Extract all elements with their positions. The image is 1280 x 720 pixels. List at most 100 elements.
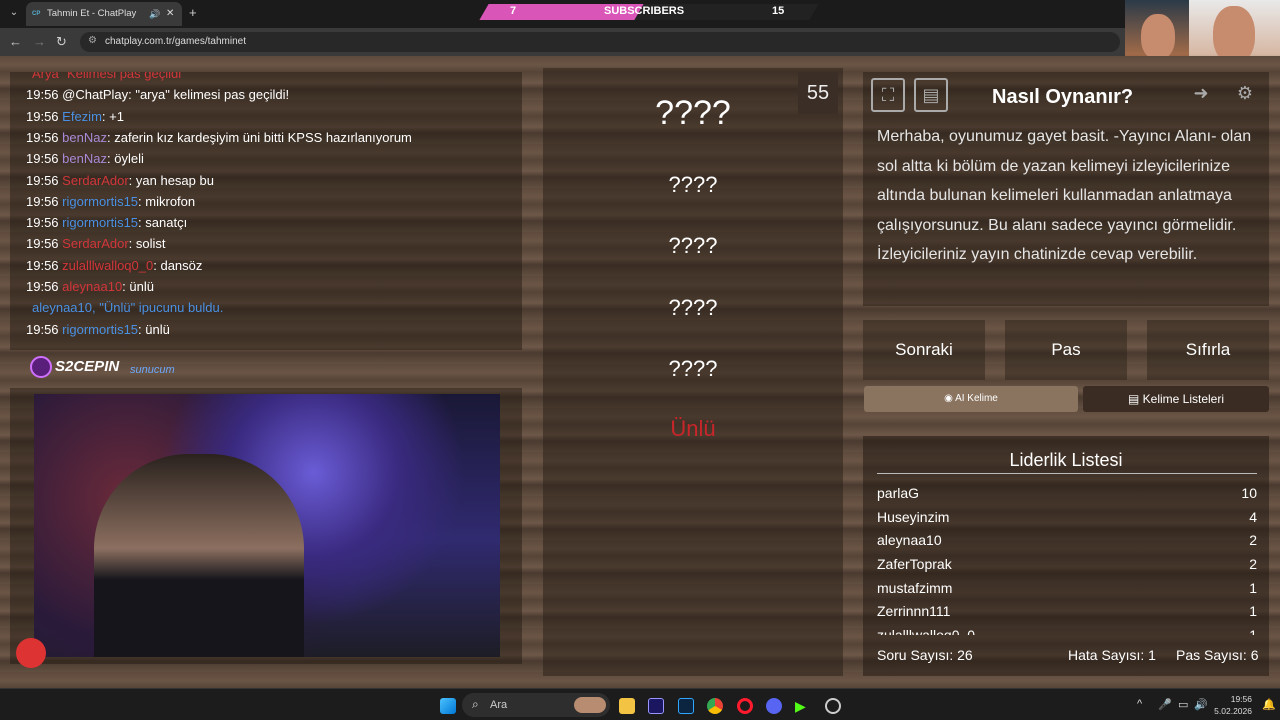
taskbar-search[interactable]: ⌕ Ara [462,693,610,717]
app-icon[interactable] [825,698,841,714]
leaderboard-score: 2 [1249,556,1257,573]
fullscreen-icon[interactable]: ⛶ [871,78,905,112]
leaderboard-name: aleynaa10 [877,532,942,549]
mic-icon[interactable]: 🎤 [1158,698,1172,711]
forward-icon[interactable]: → [33,34,46,49]
record-button[interactable] [16,638,46,668]
leaderboard-score: 1 [1249,579,1257,596]
leaderboard-score: 4 [1249,508,1257,525]
settings-gear-icon[interactable]: ⚙ [1228,78,1262,112]
leaderboard-score: 2 [1249,532,1257,549]
ai-icon: ◉ [944,393,956,404]
kick-icon[interactable]: ▶ [795,698,811,714]
volume-icon[interactable]: 🔊 [1194,698,1208,711]
chat-username[interactable]: zulalllwalloq0_0 [62,258,153,273]
chat-time: 19:56 [26,193,59,209]
chat-message: 19:56 SerdarAdor: yan hesap bu [26,173,214,188]
chat-text: zaferin kız kardeşiyim üni bitti KPSS ha… [110,129,412,145]
premiere-icon[interactable] [648,698,664,714]
tab-close-icon[interactable]: ✕ [166,2,174,26]
chat-message: 19:56 aleynaa10: ünlü [26,279,154,294]
ai-word-button[interactable]: ◉ AI Kelime [864,386,1078,412]
notes-icon[interactable]: ▤ [914,78,948,112]
chat-time: 19:56 [26,279,59,294]
chat-message: aleynaa10, "Ünlü" ipucunu buldu. [32,300,223,315]
leaderboard-name: zulalllwalloq0_0 [877,627,975,635]
chat-username[interactable]: SerdarAdor [62,236,128,251]
system-clock[interactable]: 19:56 5.02.2026 [1212,693,1252,717]
list-icon: ▤ [1127,392,1143,406]
leaderboard-row: mustafzimm 1 [877,578,1257,602]
discord-icon[interactable] [766,698,782,714]
tab-search-icon[interactable]: ⌄ [6,5,22,21]
logout-icon[interactable]: ➜ [1184,78,1218,112]
windows-start-icon[interactable] [440,698,456,714]
chat-text: +1 [105,108,124,124]
streamer-video [34,394,500,657]
chat-message: Arya "Kelimesi pas geçildi [32,72,181,81]
new-tab-button[interactable]: + [189,5,197,20]
chat-text: @ChatPlay: "arya" kelimesi pas geçildi! [62,87,290,103]
leaderboard-row: Zerrinnn111 1 [877,601,1257,625]
leaderboard-name: mustafzimm [877,579,953,596]
network-icon[interactable]: ▭ [1178,698,1188,711]
leaderboard-score: 1 [1249,603,1257,620]
leaderboard-row: aleynaa10 2 [877,530,1257,554]
chat-text: mikrofon [141,193,196,209]
chat-message: 19:56 Efezim: +1 [26,109,124,124]
browser-tab[interactable]: CP Tahmin Et - ChatPlay 🔊 ✕ [26,2,182,26]
leaderboard-row: parlaG 10 [877,483,1257,507]
leaderboard-row: zulalllwalloq0_0 1 [877,625,1257,635]
chat-message: 19:56 benNaz: öyleli [26,151,144,166]
opera-icon[interactable] [737,698,753,714]
chat-message: 19:56 @ChatPlay: "arya" kelimesi pas geç… [26,87,289,102]
subscribers-label: SUBSCRIBERS [604,5,685,17]
reload-icon[interactable]: ↻ [56,34,67,50]
leaderboard-name: Huseyinzim [877,508,950,525]
leaderboard-list[interactable]: parlaG 10 Huseyinzim 4 aleynaa10 2 ZaferToprak… [877,483,1257,635]
subscribers-goal: 15 [772,5,785,17]
question-count: Soru Sayısı: 26 [877,647,973,663]
clock-time: 19:56 [1230,694,1252,704]
chat-username[interactable]: rigormortis15 [62,215,138,230]
chat-time: 19:56 [26,236,59,252]
chat-text: aleynaa10, "Ünlü" ipucunu buldu. [32,300,224,316]
photoshop-icon[interactable] [678,698,694,714]
subscribers-goal-bar: 7 SUBSCRIBERS 15 [479,4,819,20]
chat-time: 19:56 [26,215,59,231]
reset-button[interactable]: Sıfırla [1147,320,1269,380]
chat-message: 19:56 rigormortis15: sanatçı [26,215,187,230]
chat-username[interactable]: benNaz [62,130,107,145]
search-icon: ⌕ [472,697,479,711]
pass-count: Pas Sayısı: 6 [1176,647,1259,663]
leaderboard-score: 1 [1249,627,1257,635]
chat-message: 19:56 benNaz: zaferin kız kardeşiyim üni… [26,130,412,145]
tray-chevron-icon[interactable]: ^ [1137,698,1142,710]
chat-username[interactable]: SerdarAdor [62,173,128,188]
hint-word-3: ???? [668,295,718,320]
site-info-icon[interactable]: ⚙ [88,35,97,46]
chatplay-favicon-icon: CP [32,11,41,17]
chat-time: 19:56 [26,257,59,273]
chat-username[interactable]: rigormortis15 [62,322,138,337]
chat-username[interactable]: rigormortis15 [62,194,138,209]
file-explorer-icon[interactable] [619,698,635,714]
chat-username[interactable]: aleynaa10 [62,279,122,294]
word-lists-button[interactable]: ▤ Kelime Listeleri [1083,386,1269,412]
chat-time: 19:56 [26,129,59,145]
tab-audio-icon[interactable]: 🔊 [149,2,160,26]
chat-username[interactable]: Efezim [62,109,102,124]
streamer-area [10,388,522,664]
search-highlight-image [574,697,606,713]
clock-date: 5.02.2026 [1214,706,1252,716]
next-button[interactable]: Sonraki [863,320,985,380]
chat-username[interactable]: benNaz [62,151,107,166]
back-icon[interactable]: ← [9,34,22,49]
address-bar[interactable]: ⚙ chatplay.com.tr/games/tahminet [80,32,1120,52]
pass-button[interactable]: Pas [1005,320,1127,380]
chrome-icon[interactable] [707,698,723,714]
subscribers-current: 7 [510,5,517,17]
help-text: Merhaba, oyunumuz gayet basit. -Yayıncı … [877,128,1252,263]
notifications-icon[interactable]: 🔔 [1262,698,1276,711]
leaderboard-name: ZaferToprak [877,556,952,573]
